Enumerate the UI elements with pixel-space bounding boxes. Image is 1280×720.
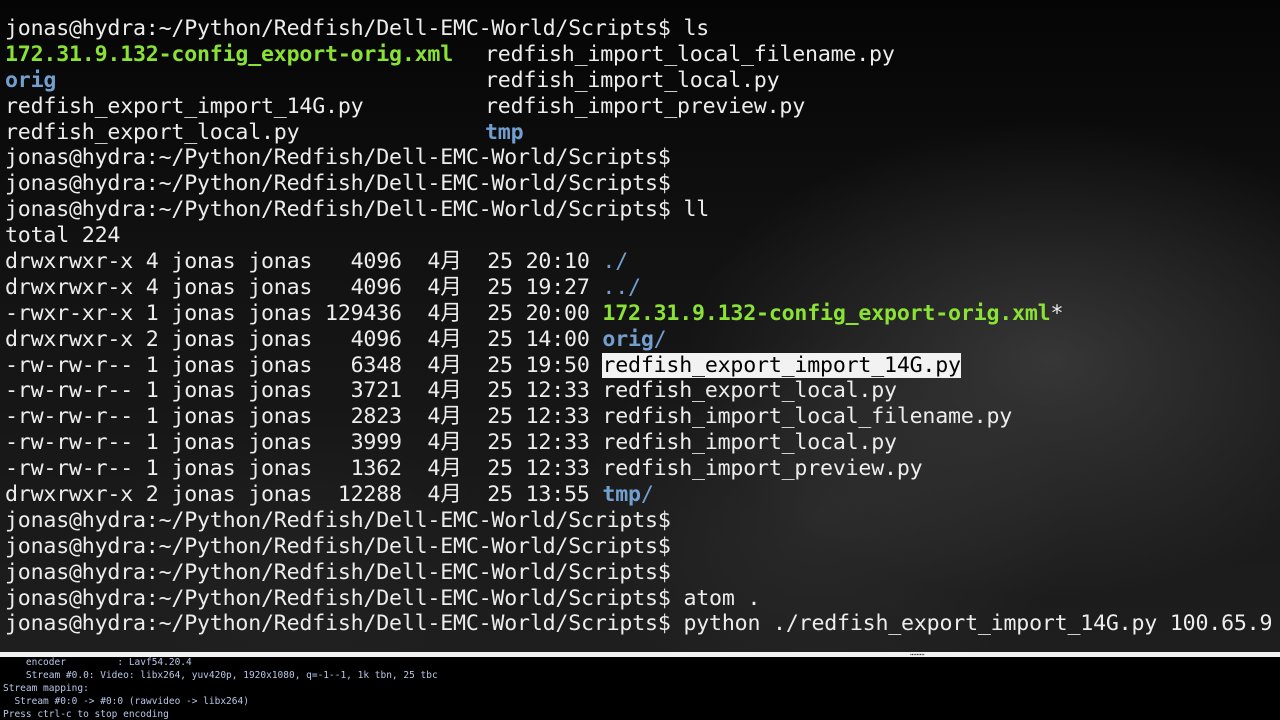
file-info: -rw-rw-r-- 1 jonas jonas 2823 4月 25 12:3… xyxy=(5,404,603,430)
shell-prompt: jonas@hydra:~/Python/Redfish/Dell-EMC-Wo… xyxy=(5,197,671,223)
ls-output-row: orig redfish_import_local.py xyxy=(5,68,1272,94)
shell-prompt: jonas@hydra:~/Python/Redfish/Dell-EMC-Wo… xyxy=(5,533,671,559)
ls-entry: redfish_export_import_14G.py xyxy=(5,93,364,119)
file-name: 172.31.9.132-config_export-orig.xml xyxy=(602,300,1051,326)
ls-entry: redfish_import_preview.py xyxy=(485,93,806,119)
ls-entry: redfish_import_local.py xyxy=(485,67,780,93)
file-info: drwxrwxr-x 4 jonas jonas 4096 4月 25 20:1… xyxy=(5,249,603,275)
file-name: redfish_import_preview.py xyxy=(602,456,923,482)
file-info: -rw-rw-r-- 1 jonas jonas 3999 4月 25 12:3… xyxy=(5,430,603,456)
ls-entry: 172.31.9.132-config_export-orig.xml xyxy=(5,41,454,67)
ls-entry: orig xyxy=(5,67,57,93)
ll-row: -rw-rw-r-- 1 jonas jonas 3721 4月 25 12:3… xyxy=(5,378,1272,404)
file-info: -rw-rw-r-- 1 jonas jonas 6348 4月 25 19:5… xyxy=(5,352,603,378)
encoder-log-line: Press ctrl-c to stop encoding xyxy=(3,708,169,720)
prompt-line: jonas@hydra:~/Python/Redfish/Dell-EMC-Wo… xyxy=(5,534,1272,560)
encoder-log-line: Stream #0:0 -> #0:0 (rawvideo -> libx264… xyxy=(3,695,249,707)
file-info: -rwxr-xr-x 1 jonas jonas 129436 4月 25 20… xyxy=(5,300,603,326)
prompt-line-atom: jonas@hydra:~/Python/Redfish/Dell-EMC-Wo… xyxy=(5,586,1272,612)
prompt-line: jonas@hydra:~/Python/Redfish/Dell-EMC-Wo… xyxy=(5,560,1272,586)
encoder-log: encoder : Lavf54.20.4 Stream #0.0: Video… xyxy=(0,657,1280,720)
encoder-log-line: encoder : Lavf54.20.4 xyxy=(3,657,192,668)
ls-entry: redfish_export_local.py xyxy=(5,119,300,145)
ll-row: -rwxr-xr-x 1 jonas jonas 129436 4月 25 20… xyxy=(5,301,1272,327)
ll-row: drwxrwxr-x 2 jonas jonas 4096 4月 25 14:0… xyxy=(5,327,1272,353)
ll-row: -rw-rw-r-- 1 jonas jonas 2823 4月 25 12:3… xyxy=(5,404,1272,430)
shell-prompt: jonas@hydra:~/Python/Redfish/Dell-EMC-Wo… xyxy=(5,171,671,197)
shell-prompt: jonas@hydra:~/Python/Redfish/Dell-EMC-Wo… xyxy=(5,145,671,171)
prompt-line-ll: jonas@hydra:~/Python/Redfish/Dell-EMC-Wo… xyxy=(5,197,1272,223)
ls-output-row: 172.31.9.132-config_export-orig.xml redfi… xyxy=(5,42,1272,68)
prompt-line-python[interactable]: jonas@hydra:~/Python/Redfish/Dell-EMC-Wo… xyxy=(5,611,1272,637)
selected-file-name[interactable]: redfish_export_import_14G.py xyxy=(602,352,961,378)
file-name: redfish_import_local.py xyxy=(602,430,897,456)
file-info: -rw-rw-r-- 1 jonas jonas 1362 4月 25 12:3… xyxy=(5,456,603,482)
file-name: redfish_export_local.py xyxy=(602,378,897,404)
encoder-log-line: Stream #0.0: Video: libx264, yuv420p, 19… xyxy=(3,669,438,681)
command-text: ll xyxy=(683,197,710,223)
ls-entry: tmp xyxy=(485,119,524,145)
ll-row: -rw-rw-r-- 1 jonas jonas 3999 4月 25 12:3… xyxy=(5,430,1272,456)
ll-row: drwxrwxr-x 4 jonas jonas 4096 4月 25 19:2… xyxy=(5,275,1272,301)
shell-prompt: jonas@hydra:~/Python/Redfish/Dell-EMC-Wo… xyxy=(5,585,671,611)
file-info: drwxrwxr-x 2 jonas jonas 4096 4月 25 14:0… xyxy=(5,326,603,352)
file-name: orig xyxy=(602,326,654,352)
terminal-window[interactable]: jonas@hydra:~/Python/Redfish/Dell-EMC-Wo… xyxy=(0,0,1280,652)
ls-output-row: redfish_export_import_14G.py redfish_impo… xyxy=(5,94,1272,120)
shell-prompt: jonas@hydra:~/Python/Redfish/Dell-EMC-Wo… xyxy=(5,559,671,585)
file-info: drwxrwxr-x 2 jonas jonas 12288 4月 25 13:… xyxy=(5,482,603,508)
shell-prompt: jonas@hydra:~/Python/Redfish/Dell-EMC-Wo… xyxy=(5,16,671,41)
prompt-line-ls: jonas@hydra:~/Python/Redfish/Dell-EMC-Wo… xyxy=(5,16,1272,42)
file-name: ../ xyxy=(602,274,641,300)
encoder-log-line: Stream mapping: xyxy=(3,682,89,694)
prompt-line: jonas@hydra:~/Python/Redfish/Dell-EMC-Wo… xyxy=(5,171,1272,197)
file-info: drwxrwxr-x 4 jonas jonas 4096 4月 25 19:2… xyxy=(5,274,603,300)
ll-row: drwxrwxr-x 2 jonas jonas 12288 4月 25 13:… xyxy=(5,482,1272,508)
command-text: ls xyxy=(683,16,710,41)
command-input[interactable]: python ./redfish_export_import_14G.py 10… xyxy=(683,611,1272,636)
screen: jonas@hydra:~/Python/Redfish/Dell-EMC-Wo… xyxy=(0,0,1280,720)
ls-entry: redfish_import_local_filename.py xyxy=(485,41,895,67)
file-info: -rw-rw-r-- 1 jonas jonas 3721 4月 25 12:3… xyxy=(5,378,603,404)
ll-total: total 224 xyxy=(5,223,121,249)
prompt-line: jonas@hydra:~/Python/Redfish/Dell-EMC-Wo… xyxy=(5,508,1272,534)
ll-row: drwxrwxr-x 4 jonas jonas 4096 4月 25 20:1… xyxy=(5,249,1272,275)
prompt-line: jonas@hydra:~/Python/Redfish/Dell-EMC-Wo… xyxy=(5,145,1272,171)
ll-row: -rw-rw-r-- 1 jonas jonas 6348 4月 25 19:5… xyxy=(5,352,1272,379)
terminal-output: jonas@hydra:~/Python/Redfish/Dell-EMC-Wo… xyxy=(5,16,1272,637)
shell-prompt: jonas@hydra:~/Python/Redfish/Dell-EMC-Wo… xyxy=(5,611,671,637)
file-name: redfish_import_local_filename.py xyxy=(602,404,1013,430)
file-suffix: * xyxy=(1050,300,1064,326)
file-name: ./ xyxy=(602,249,629,275)
file-suffix: / xyxy=(640,482,654,508)
command-text: atom . xyxy=(683,585,761,611)
file-suffix: / xyxy=(653,326,667,352)
shell-prompt: jonas@hydra:~/Python/Redfish/Dell-EMC-Wo… xyxy=(5,507,671,533)
ls-output-row: redfish_export_local.py tmp xyxy=(5,120,1272,146)
ll-row: -rw-rw-r-- 1 jonas jonas 1362 4月 25 12:3… xyxy=(5,456,1272,482)
file-name: tmp xyxy=(602,482,641,508)
